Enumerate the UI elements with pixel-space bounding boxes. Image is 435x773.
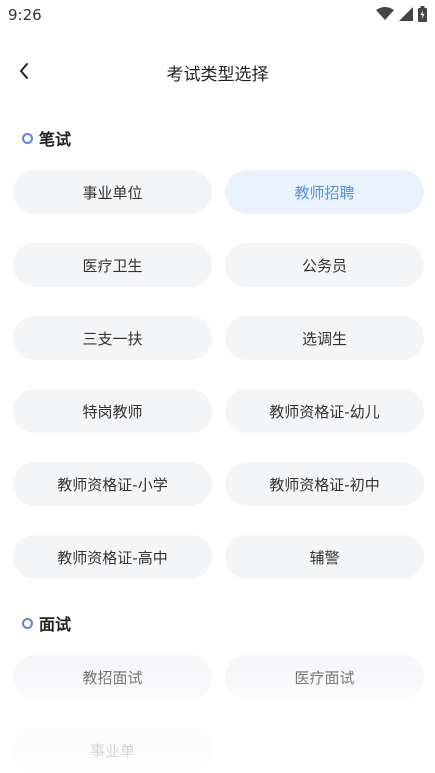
option-zigezheng-xiaoxue[interactable]: 教师资格证-小学: [13, 462, 212, 506]
battery-icon: [418, 6, 427, 22]
option-jiaozhao-mianshi[interactable]: 教招面试: [13, 655, 212, 699]
wifi-icon: [376, 7, 394, 20]
interview-grid: 教招面试 医疗面试 事业单: [13, 655, 424, 772]
option-shiye-danwei[interactable]: 事业单位: [13, 170, 212, 214]
section-interview-header: 面试: [22, 611, 71, 635]
section-title: 面试: [39, 615, 72, 634]
option-tegang-jiaoshi[interactable]: 特岗教师: [13, 389, 212, 433]
section-title: 笔试: [39, 130, 72, 149]
option-zigezheng-chuzhong[interactable]: 教师资格证-初中: [225, 462, 424, 506]
option-yiliao-weisheng[interactable]: 医疗卫生: [13, 243, 212, 287]
option-gongwuyuan[interactable]: 公务员: [225, 243, 424, 287]
page-title: 考试类型选择: [166, 65, 269, 85]
option-yiliao-mianshi[interactable]: 医疗面试: [225, 655, 424, 699]
option-sanzhi-yifu[interactable]: 三支一扶: [13, 316, 212, 360]
option-xuandiaosheng[interactable]: 选调生: [225, 316, 424, 360]
written-exam-grid: 事业单位 教师招聘 医疗卫生 公务员 三支一扶 选调生 特岗教师 教师资格证-幼…: [13, 170, 424, 579]
status-bar: 9:26: [0, 0, 435, 30]
option-zigezheng-gaozhong[interactable]: 教师资格证-高中: [13, 535, 212, 579]
signal-icon: [399, 7, 413, 21]
section-dot-icon: [22, 132, 33, 144]
status-time: 9:26: [8, 6, 42, 24]
option-zigezheng-youer[interactable]: 教师资格证-幼儿: [225, 389, 424, 433]
section-dot-icon: [22, 617, 33, 629]
nav-bar: 考试类型选择: [0, 50, 435, 94]
section-written-header: 笔试: [22, 126, 71, 150]
option-jiaoshi-zhaopin[interactable]: 教师招聘: [225, 170, 424, 214]
status-icons: [376, 6, 427, 22]
option-shiye-danwei-mianshi[interactable]: 事业单: [13, 728, 212, 772]
option-fujing[interactable]: 辅警: [225, 535, 424, 579]
